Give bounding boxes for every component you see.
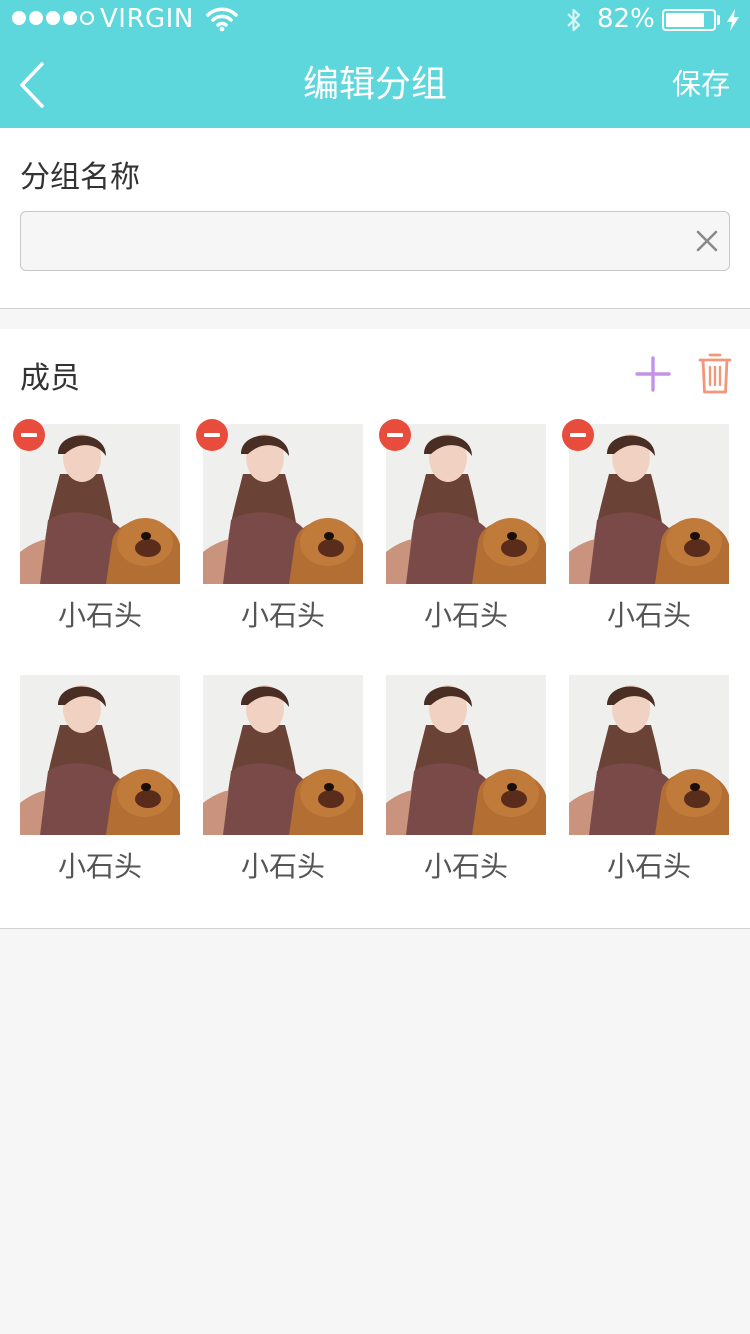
signal-dots-icon [12,11,94,25]
bluetooth-icon [567,8,581,32]
member-item[interactable]: 小石头 [569,675,729,885]
battery-percent: 82% [597,4,655,34]
member-avatar[interactable] [386,424,546,584]
save-button[interactable]: 保存 [672,64,730,104]
member-avatar[interactable] [569,675,729,835]
battery-icon [662,9,716,31]
battery-tip [717,15,720,25]
plus-icon[interactable] [634,355,672,393]
status-bar: VIRGIN 82% [0,0,750,40]
remove-member-icon[interactable] [379,419,411,451]
carrier-name: VIRGIN [100,4,194,34]
trash-icon[interactable] [698,351,732,395]
member-item[interactable]: 小石头 [203,675,363,885]
member-avatar[interactable] [20,424,180,584]
member-avatar[interactable] [203,424,363,584]
member-item[interactable]: 小石头 [562,419,729,634]
member-item[interactable]: 小石头 [13,419,180,634]
member-avatar[interactable] [569,424,729,584]
member-name: 小石头 [57,850,142,883]
member-name: 小石头 [240,599,325,632]
member-name: 小石头 [606,850,691,883]
group-name-input[interactable] [33,222,677,262]
group-name-section: 分组名称 [0,128,750,309]
member-name: 小石头 [57,599,142,632]
page-title: 编辑分组 [302,64,447,105]
member-name: 小石头 [240,850,325,883]
wifi-icon [206,7,238,32]
group-name-field[interactable] [20,211,730,271]
member-item[interactable]: 小石头 [386,675,546,885]
member-name: 小石头 [423,599,508,632]
member-avatar[interactable] [386,675,546,835]
member-item[interactable]: 小石头 [379,419,546,634]
remove-member-icon[interactable] [13,419,45,451]
remove-member-icon[interactable] [196,419,228,451]
member-item[interactable]: 小石头 [196,419,363,634]
remove-member-icon[interactable] [562,419,594,451]
member-item[interactable]: 小石头 [20,675,180,885]
member-avatar[interactable] [20,675,180,835]
members-label: 成员 [20,361,80,396]
group-name-label: 分组名称 [20,160,140,195]
member-name: 小石头 [606,599,691,632]
members-section: 成员 小石头 小石头 小石头 小石头 小石头 小石头 小石头 小石头 [0,329,750,929]
member-avatar[interactable] [203,675,363,835]
member-name: 小石头 [423,850,508,883]
close-icon[interactable] [695,229,719,253]
top-bar: VIRGIN 82% 编辑分组 保存 [0,0,750,128]
charging-bolt-icon [727,9,739,31]
